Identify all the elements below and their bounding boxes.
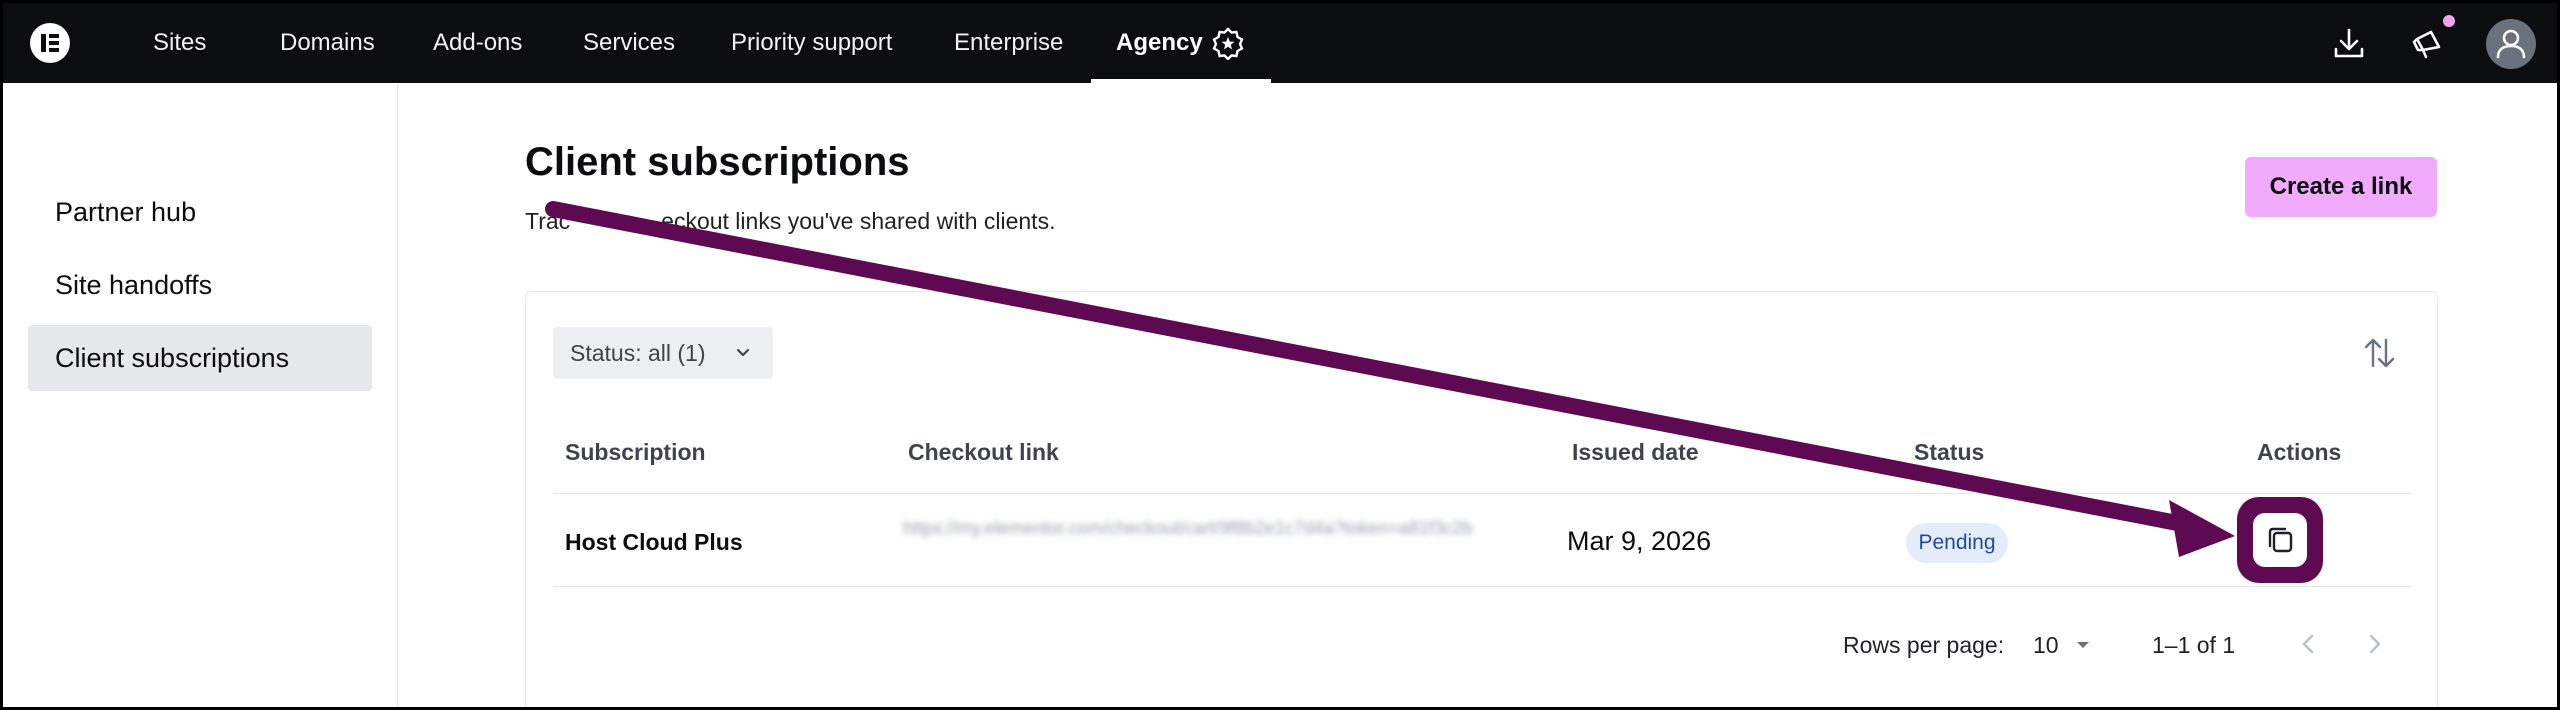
nav-sites[interactable]: Sites	[153, 3, 206, 83]
rows-per-page-value: 10	[2033, 632, 2059, 658]
sidebar: Partner hub Site handoffs Client subscri…	[3, 83, 398, 707]
nav-services[interactable]: Services	[583, 3, 675, 83]
create-link-button[interactable]: Create a link	[2245, 157, 2437, 217]
download-icon[interactable]	[2329, 23, 2369, 63]
page-subtitle: Trac eckout links you've shared with clie…	[525, 208, 1055, 235]
nav-agency-label: Agency	[1116, 29, 1203, 56]
agency-badge-icon	[1212, 27, 1244, 60]
nav-agency[interactable]: Agency	[1116, 3, 1244, 83]
cell-checkout-link[interactable]: https://my.elementor.com/checkout/cart/9…	[903, 513, 1503, 573]
status-badge: Pending	[1906, 523, 2008, 563]
sidebar-item-site-handoffs[interactable]: Site handoffs	[28, 252, 372, 318]
page-subtitle-start: Trac	[525, 208, 571, 234]
page-subtitle-end: eckout links you've shared with clients.	[661, 208, 1056, 234]
sidebar-item-client-subscriptions[interactable]: Client subscriptions	[28, 325, 372, 391]
status-filter-dropdown[interactable]: Status: all (1)	[553, 327, 773, 379]
sort-arrows-icon[interactable]	[2359, 333, 2399, 373]
cell-issued-date: Mar 9, 2026	[1567, 526, 1712, 556]
caret-down-icon	[2077, 642, 2089, 648]
nav-domains[interactable]: Domains	[280, 3, 375, 83]
page-title: Client subscriptions	[525, 140, 910, 184]
active-nav-indicator	[1091, 79, 1271, 83]
nav-add-ons[interactable]: Add-ons	[433, 3, 522, 83]
column-header-checkout-link[interactable]: Checkout link	[908, 439, 1059, 466]
chevron-down-icon	[735, 327, 751, 397]
rows-per-page-label: Rows per page:	[1843, 632, 2005, 658]
elementor-logo-icon[interactable]	[30, 23, 70, 63]
sidebar-item-partner-hub[interactable]: Partner hub	[28, 179, 372, 245]
rows-per-page-select[interactable]: 10	[2033, 625, 2103, 665]
user-avatar[interactable]	[2486, 19, 2536, 69]
status-filter-label: Status: all (1)	[570, 340, 706, 366]
copy-icon	[2268, 527, 2293, 553]
nav-priority-support[interactable]: Priority support	[731, 3, 892, 83]
column-header-issued-date[interactable]: Issued date	[1572, 439, 1699, 466]
notification-dot	[2443, 15, 2455, 27]
app-window: Sites Domains Add-ons Services Priority …	[3, 3, 2557, 707]
copy-link-button[interactable]	[2253, 513, 2307, 567]
column-header-status[interactable]: Status	[1914, 439, 1984, 466]
table-header-divider	[553, 493, 2411, 494]
nav-enterprise[interactable]: Enterprise	[954, 3, 1063, 83]
megaphone-icon[interactable]	[2409, 23, 2449, 63]
top-navigation-bar: Sites Domains Add-ons Services Priority …	[3, 3, 2557, 83]
table-row-divider	[553, 586, 2411, 587]
user-avatar-icon	[2496, 29, 2526, 59]
next-page-icon[interactable]	[2356, 626, 2392, 662]
pagination-range: 1–1 of 1	[2152, 632, 2236, 658]
column-header-subscription[interactable]: Subscription	[565, 439, 706, 466]
column-header-actions: Actions	[2257, 439, 2342, 465]
cell-subscription: Host Cloud Plus	[565, 529, 743, 555]
prev-page-icon[interactable]	[2291, 626, 2327, 662]
